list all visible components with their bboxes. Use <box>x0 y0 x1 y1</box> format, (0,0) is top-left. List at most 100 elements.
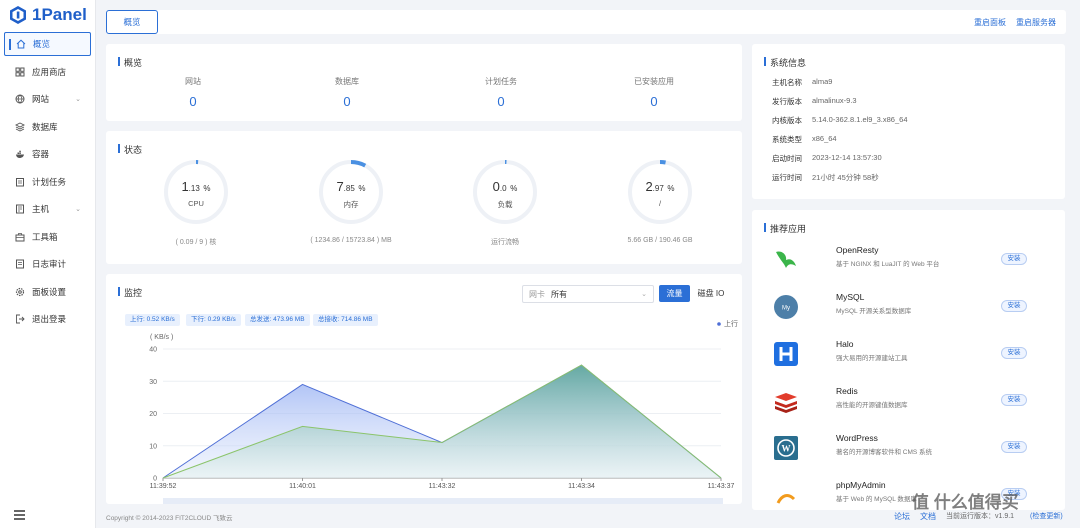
legend-label: 上行 <box>724 319 738 328</box>
settings-icon <box>15 287 25 296</box>
app-item-mysql: My MySQL MySQL 开源关系型数据库 安装 <box>770 289 1060 329</box>
sidebar: 1Panel 概览 应用商店 网站 ⌄ 数据库 容器 计划任务 主机 ⌄ 工具箱… <box>0 0 96 528</box>
gauge-label: 负载 <box>497 200 513 209</box>
apps-title: 推荐应用 <box>764 222 806 235</box>
gauge-disk[interactable]: 2.97 % / 5.66 GB / 190.46 GB <box>580 157 740 244</box>
gauge-value: 2.97 % <box>645 179 675 194</box>
traffic-button[interactable]: 流量 <box>659 285 690 302</box>
svg-text:W: W <box>782 444 791 454</box>
gauge-load[interactable]: 0.0 % 负载 运行流畅 <box>425 157 585 247</box>
app-desc: 基于 Web 的 MySQL 数据库 <box>836 496 917 503</box>
gauge-footnote: 运行流畅 <box>491 239 519 246</box>
app-desc: 高性能的开源键值数据库 <box>836 402 908 409</box>
nic-select[interactable]: 网卡 所有 ⌄ <box>522 285 654 303</box>
x-tick-label: 11:43:32 <box>429 483 456 490</box>
gauge-value: 0.0 % <box>492 179 518 194</box>
nic-select-prefix: 网卡 <box>529 289 545 299</box>
app-name: MySQL <box>836 292 865 302</box>
toolbox-icon <box>15 232 25 241</box>
forum-link[interactable]: 论坛 <box>894 511 910 522</box>
sidebar-item-label: 主机 <box>32 204 50 214</box>
install-button[interactable]: 安装 <box>1001 394 1027 406</box>
gauge-memory[interactable]: 7.85 % 内存 ( 1234.86 / 15723.84 ) MB <box>271 157 431 244</box>
overview-value: 0 <box>497 94 505 109</box>
sidebar-item-label: 退出登录 <box>32 314 67 324</box>
svg-text:My: My <box>782 306 790 312</box>
sidebar-item-appstore[interactable]: 应用商店 <box>4 60 91 84</box>
globe-icon <box>15 94 25 104</box>
sidebar-item-container[interactable]: 容器 <box>4 142 91 166</box>
overview-title: 概览 <box>118 56 142 69</box>
gauge-label: CPU <box>188 199 204 208</box>
home-icon <box>16 39 26 49</box>
restart-panel-link[interactable]: 重启面板 <box>974 17 1006 28</box>
app-item-halo: Halo 强大易用的开源建站工具 安装 <box>770 336 1060 376</box>
sidebar-item-database[interactable]: 数据库 <box>4 115 91 139</box>
overview-websites[interactable]: 网站 0 <box>123 76 263 109</box>
sidebar-item-website[interactable]: 网站 ⌄ <box>4 87 91 111</box>
sidebar-item-toolbox[interactable]: 工具箱 <box>4 225 91 249</box>
overview-value: 0 <box>650 94 658 109</box>
app-item-redis: Redis 高性能的开源键值数据库 安装 <box>770 383 1060 423</box>
gauge-label: / <box>658 199 662 208</box>
sysinfo-row: 主机名称 alma9 <box>772 77 833 87</box>
install-button[interactable]: 安装 <box>1001 253 1027 265</box>
sidebar-item-label: 面板设置 <box>32 286 67 297</box>
y-axis-unit: ( KB/s ) <box>150 334 173 341</box>
install-button[interactable]: 安装 <box>1001 347 1027 359</box>
sidebar-item-label: 计划任务 <box>32 176 67 187</box>
sidebar-item-label: 工具箱 <box>32 231 58 242</box>
gauge-value: 1.13 % <box>181 179 211 194</box>
chevron-down-icon: ⌄ <box>75 96 81 103</box>
status-card: 状态 1.13 % CPU ( 0.09 / 9 ) 核 7.85 % 内存 (… <box>106 131 742 264</box>
sidebar-item-log[interactable]: 日志审计 <box>4 252 91 276</box>
sidebar-item-logout[interactable]: 退出登录 <box>4 307 91 331</box>
sidebar-item-cron[interactable]: 计划任务 <box>4 170 91 194</box>
sysinfo-title: 系统信息 <box>764 56 806 69</box>
sidebar-item-settings[interactable]: 面板设置 <box>4 280 91 304</box>
tab-overview[interactable]: 概览 <box>106 10 158 34</box>
app-name: 1Panel <box>32 5 87 24</box>
legend-marker <box>717 322 721 326</box>
monitor-title: 监控 <box>118 286 142 299</box>
app-name: Redis <box>836 386 858 396</box>
disk-io-button[interactable]: 磁盘 IO <box>692 285 730 302</box>
overview-value: 0 <box>189 94 197 109</box>
overview-installed-apps[interactable]: 已安装应用 0 <box>584 76 724 109</box>
install-button[interactable]: 安装 <box>1001 441 1027 453</box>
nic-select-value: 所有 <box>551 289 567 299</box>
menu-collapse-icon[interactable] <box>14 510 25 520</box>
wordpress-icon: W <box>774 436 798 460</box>
overview-label: 数据库 <box>335 77 359 86</box>
sysinfo-row: 内核版本 5.14.0-362.8.1.el9_3.x86_64 <box>772 115 908 125</box>
logo-icon <box>10 6 26 24</box>
logo[interactable]: 1Panel <box>0 0 95 30</box>
app-item-wordpress: W WordPress 著名的开源博客软件和 CMS 系统 安装 <box>770 430 1060 470</box>
gauge-footnote: 5.66 GB / 190.46 GB <box>627 237 693 244</box>
overview-cron-jobs[interactable]: 计划任务 0 <box>431 76 571 109</box>
install-button[interactable]: 安装 <box>1001 300 1027 312</box>
copyright: Copyright © 2014-2023 FIT2CLOUD 飞致云 <box>106 515 233 522</box>
chart-zoom-slider[interactable] <box>163 498 723 504</box>
x-tick-label: 11:43:34 <box>568 483 595 490</box>
chevron-down-icon: ⌄ <box>641 291 647 298</box>
restart-server-link[interactable]: 重启服务器 <box>1016 17 1056 28</box>
watermark: 值 什么值得买 <box>912 493 1019 512</box>
sidebar-item-host[interactable]: 主机 ⌄ <box>4 197 91 221</box>
sidebar-item-overview[interactable]: 概览 <box>4 32 91 56</box>
y-tick-label: 20 <box>149 411 157 418</box>
x-tick-label: 11:43:37 <box>708 483 735 490</box>
sidebar-item-label: 日志审计 <box>32 259 67 269</box>
overview-databases[interactable]: 数据库 0 <box>277 76 417 109</box>
app-name: OpenResty <box>836 245 879 255</box>
overview-label: 网站 <box>185 77 201 86</box>
sidebar-item-label: 数据库 <box>32 121 58 132</box>
overview-value: 0 <box>343 94 351 109</box>
host-icon <box>16 204 24 214</box>
app-name: phpMyAdmin <box>836 480 886 490</box>
x-tick-label: 11:40:01 <box>289 483 316 490</box>
overview-card: 概览 网站 0 数据库 0 计划任务 0 已安装应用 0 <box>106 44 742 121</box>
app-name: WordPress <box>836 433 878 443</box>
check-update-link[interactable]: (检查更新) <box>1030 511 1063 521</box>
gauge-cpu[interactable]: 1.13 % CPU ( 0.09 / 9 ) 核 <box>116 157 276 247</box>
